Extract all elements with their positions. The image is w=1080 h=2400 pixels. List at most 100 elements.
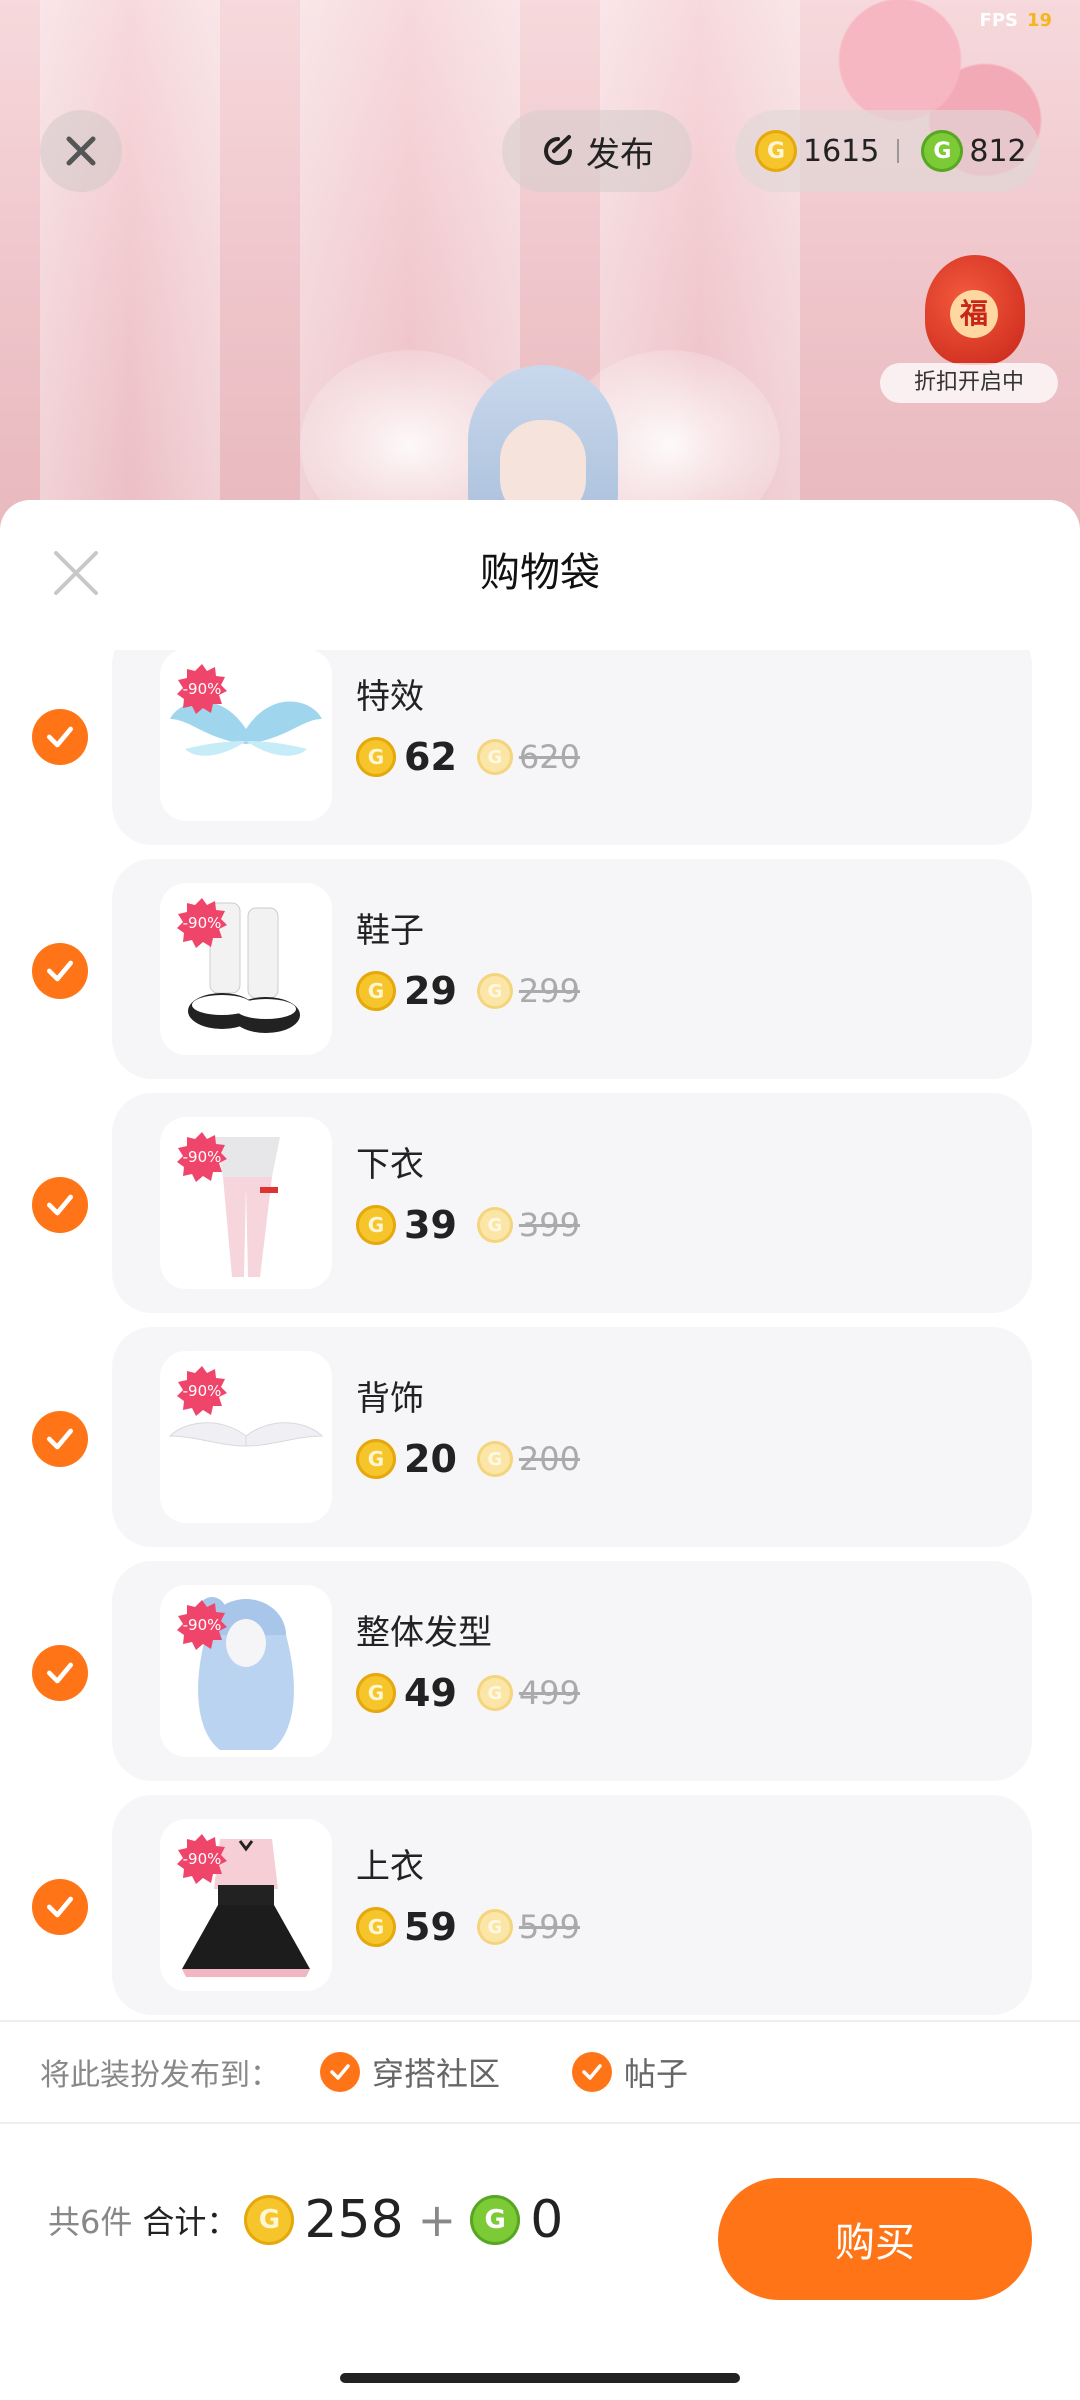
item-name: 下衣: [356, 1145, 424, 1185]
item-original-price: 399: [518, 1206, 580, 1244]
publish-label: 发布: [586, 134, 654, 175]
item-checkbox[interactable]: [32, 1879, 88, 1935]
discount-badge: -90%: [176, 1599, 228, 1651]
item-checkbox[interactable]: [32, 943, 88, 999]
item-name: 整体发型: [356, 1613, 492, 1653]
item-price: 49: [404, 1671, 457, 1715]
discount-label: -90%: [182, 1616, 222, 1634]
item-thumbnail: -90%: [160, 650, 332, 821]
item-original-price: 299: [518, 972, 580, 1010]
item-price: 59: [404, 1905, 457, 1949]
wallet-balance[interactable]: 1615 812: [735, 110, 1040, 192]
wallet-divider: [897, 139, 900, 163]
checkmark-icon: [47, 1896, 73, 1918]
gold-coin-icon: [356, 737, 396, 777]
share-option-post[interactable]: 帖子: [572, 2049, 688, 2095]
item-card[interactable]: -90% 鞋子 29 299: [112, 859, 1032, 1079]
item-price: 62: [404, 735, 457, 779]
discount-badge: -90%: [176, 1131, 228, 1183]
checked-icon: [320, 2052, 360, 2092]
gold-coin-faded-icon: [476, 739, 513, 775]
share-option-outfit-community[interactable]: 穿搭社区: [320, 2049, 500, 2095]
item-price: 39: [404, 1203, 457, 1247]
discount-label: -90%: [182, 1382, 222, 1400]
cart-item-list[interactable]: -90% 特效 62 620 -90%: [0, 650, 1080, 2020]
item-original-price: 200: [518, 1440, 580, 1478]
item-price: 20: [404, 1437, 457, 1481]
gold-coin-icon: [356, 1907, 396, 1947]
gold-balance: 1615: [803, 133, 880, 169]
item-checkbox[interactable]: [32, 1411, 88, 1467]
cart-item[interactable]: -90% 下衣 39 399: [0, 1093, 1080, 1313]
discount-badge: -90%: [176, 1833, 228, 1885]
checked-icon: [572, 2052, 613, 2092]
fortune-glyph: 福: [950, 290, 998, 338]
item-name: 鞋子: [356, 911, 424, 951]
cart-item[interactable]: -90% 整体发型 49 499: [0, 1561, 1080, 1781]
share-option-label: 穿搭社区: [372, 2055, 501, 2093]
discount-promo-widget[interactable]: 福 折扣开启中: [880, 235, 1060, 405]
cart-item[interactable]: -90% 上衣 59 599: [0, 1795, 1080, 2015]
plus-sign: +: [417, 2193, 457, 2247]
cart-item[interactable]: -90% 背饰 20 200: [0, 1327, 1080, 1547]
gold-coin-faded-icon: [476, 1909, 513, 1945]
gold-coin-faded-icon: [476, 973, 513, 1009]
item-original-price: 499: [518, 1674, 580, 1712]
discount-label: -90%: [182, 914, 222, 932]
item-prices: 20 200: [356, 1437, 580, 1481]
gold-coin-icon: [356, 1673, 396, 1713]
gold-coin-faded-icon: [476, 1675, 513, 1711]
checkmark-icon: [47, 960, 73, 982]
discount-badge: -90%: [176, 1365, 228, 1417]
gold-total: 258: [304, 2190, 404, 2250]
item-card[interactable]: -90% 下衣 39 399: [112, 1093, 1032, 1313]
item-name: 背饰: [356, 1379, 424, 1419]
item-thumbnail: -90%: [160, 1585, 332, 1757]
gold-coin-icon: [244, 2195, 295, 2245]
checkmark-icon: [47, 1662, 73, 1684]
gold-coin-icon: [356, 971, 396, 1011]
discount-label: -90%: [182, 1148, 222, 1166]
item-thumbnail: -90%: [160, 883, 332, 1055]
discount-badge: -90%: [176, 663, 228, 715]
close-icon: [66, 136, 96, 166]
gold-coin-faded-icon: [476, 1441, 513, 1477]
cart-item[interactable]: -90% 特效 62 620: [0, 650, 1080, 845]
item-card[interactable]: -90% 整体发型 49 499: [112, 1561, 1032, 1781]
item-name: 特效: [356, 677, 424, 717]
item-original-price: 599: [518, 1908, 580, 1946]
cart-item[interactable]: -90% 鞋子 29 299: [0, 859, 1080, 1079]
item-card[interactable]: -90% 特效 62 620: [112, 650, 1032, 845]
item-card[interactable]: -90% 上衣 59 599: [112, 1795, 1032, 2015]
item-count: 共6件: [48, 2203, 133, 2241]
share-option-label: 帖子: [624, 2055, 689, 2093]
checkmark-icon: [47, 1194, 73, 1216]
total-label: 合计：: [142, 2203, 239, 2241]
checkmark-icon: [47, 726, 73, 748]
publish-button[interactable]: 发布: [502, 110, 692, 192]
promo-label: 折扣开启中: [880, 363, 1058, 403]
curtain-decoration: [40, 0, 220, 540]
gold-coin-faded-icon: [476, 1207, 513, 1243]
close-scene-button[interactable]: [40, 110, 122, 192]
green-balance: 812: [969, 133, 1027, 169]
item-checkbox[interactable]: [32, 709, 88, 765]
fps-value: 19: [1026, 10, 1052, 31]
green-coin-icon: [921, 130, 964, 172]
share-destination-row: 将此装扮发布到： 穿搭社区 帖子: [0, 2020, 1080, 2124]
discount-label: -90%: [182, 1850, 222, 1868]
item-checkbox[interactable]: [32, 1645, 88, 1701]
gold-coin-icon: [356, 1439, 396, 1479]
discount-badge: -90%: [176, 897, 228, 949]
publish-icon: [544, 135, 572, 165]
item-card[interactable]: -90% 背饰 20 200: [112, 1327, 1032, 1547]
item-name: 上衣: [356, 1847, 424, 1887]
item-thumbnail: -90%: [160, 1117, 332, 1289]
item-thumbnail: -90%: [160, 1351, 332, 1523]
item-checkbox[interactable]: [32, 1177, 88, 1233]
gold-coin-icon: [356, 1205, 396, 1245]
green-total: 0: [530, 2190, 564, 2250]
home-indicator[interactable]: [340, 2373, 740, 2383]
buy-button[interactable]: 购买: [718, 2178, 1032, 2300]
item-original-price: 620: [518, 738, 580, 776]
